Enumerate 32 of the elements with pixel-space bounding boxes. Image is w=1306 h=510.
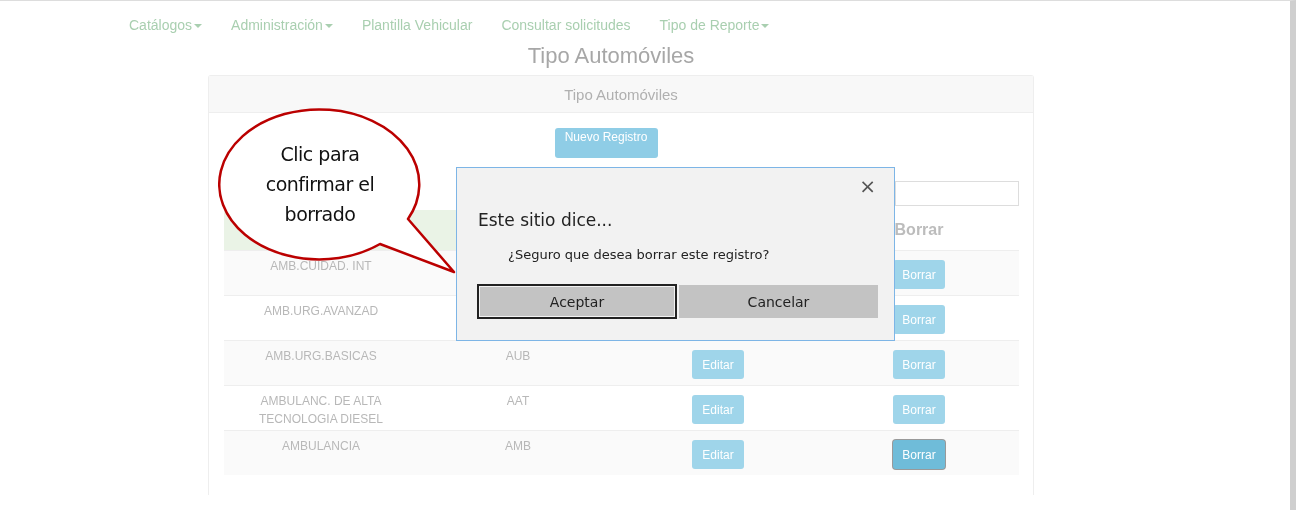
dialog-message: ¿Seguro que desea borrar este registro? — [508, 247, 770, 262]
callout-text: Clic para confirmar el borrado — [264, 142, 376, 227]
table-cell: AMBULANCIA — [282, 439, 360, 453]
page-title: Tipo Automóviles — [526, 43, 696, 70]
close-button[interactable]: × — [857, 174, 878, 198]
new-record-button[interactable]: Nuevo Registro — [554, 128, 658, 158]
table-cell: AMBULANC. DE ALTA TECNOLOGIA DIESEL — [258, 394, 383, 426]
table-cell: AMB.URG.AVANZAD — [263, 304, 379, 318]
search-field[interactable] — [895, 181, 1019, 206]
table-cell: AAT — [506, 394, 530, 408]
nav-link[interactable]: Consultar solicitudes — [501, 17, 631, 43]
table-cell: AUB — [505, 349, 531, 363]
delete-button[interactable]: Borrar — [893, 260, 945, 289]
nav-link[interactable]: Tipo de Reporte — [659, 17, 770, 43]
nav-link[interactable]: Catálogos — [129, 17, 203, 43]
table-cell: AMB.CUIDAD. INT — [270, 259, 372, 273]
delete-button[interactable]: Borrar — [893, 395, 945, 424]
edit-button[interactable]: Editar — [692, 440, 744, 469]
edit-button[interactable]: Editar — [692, 395, 744, 424]
dialog-title: Este sitio dice... — [478, 210, 613, 230]
table-cell: AMB.URG.BASICAS — [265, 349, 377, 363]
delete-button[interactable]: Borrar — [893, 440, 945, 469]
delete-button[interactable]: Borrar — [893, 305, 945, 334]
dialog-button[interactable]: Aceptar — [477, 284, 677, 319]
dialog-button[interactable]: Cancelar — [679, 285, 878, 318]
delete-button[interactable]: Borrar — [893, 350, 945, 379]
nav-link[interactable]: Plantilla Vehicular — [361, 17, 473, 43]
column-header: Borrar — [894, 221, 944, 239]
table-cell: AMB — [505, 439, 531, 453]
panel-heading: Tipo Automóviles — [209, 76, 1033, 113]
edit-button[interactable]: Editar — [692, 350, 744, 379]
nav-link[interactable]: Administración — [231, 17, 333, 43]
